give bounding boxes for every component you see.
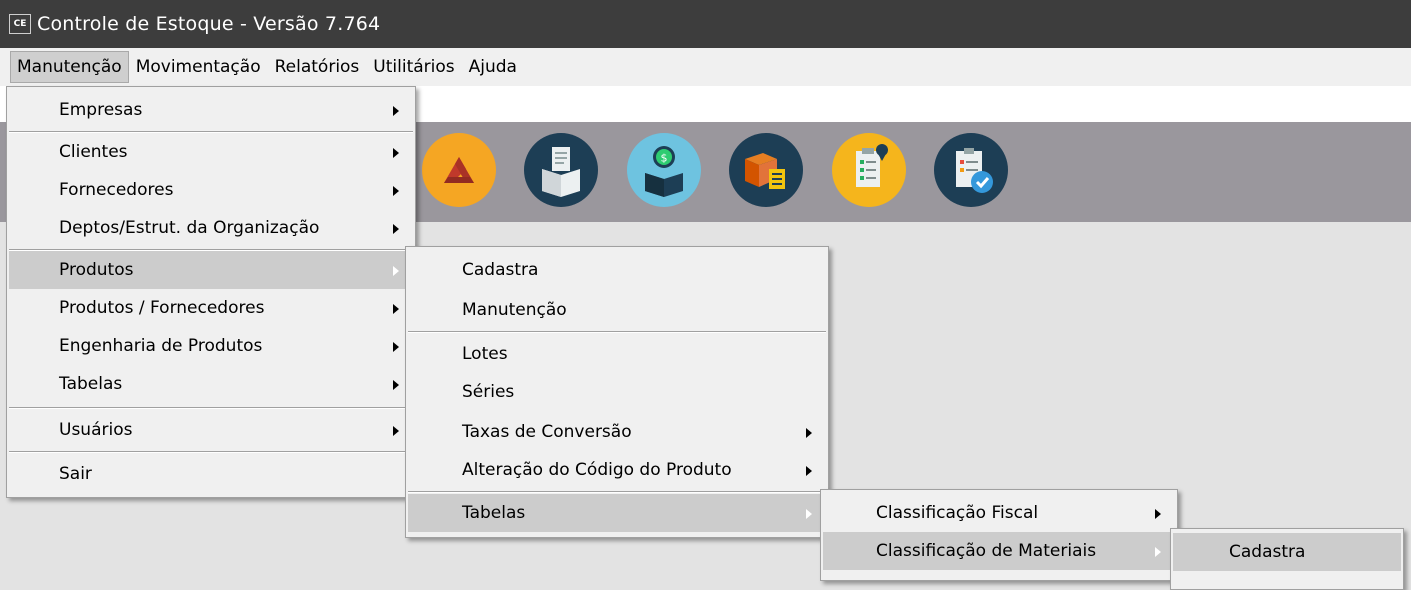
menu-item-label: Classificação de Materiais [876, 541, 1097, 561]
submenu-arrow-icon [806, 466, 812, 476]
submenu-arrow-icon [393, 380, 399, 390]
submenu-arrow-icon [806, 509, 812, 519]
submenu-arrow-icon [393, 186, 399, 196]
menu-item-tabelas[interactable]: Tabelas [408, 494, 826, 532]
manutencao-menu: Empresas Clientes Fornecedores Deptos/Es… [6, 86, 416, 498]
menu-item-label: Lotes [462, 344, 508, 364]
menu-item-label: Sair [59, 464, 92, 484]
menu-manutencao[interactable]: Manutenção [10, 51, 129, 83]
drive-icon[interactable] [422, 133, 496, 207]
menu-item-cadastra[interactable]: Cadastra [1173, 533, 1401, 571]
classificacao-materiais-submenu: Cadastra [1170, 528, 1404, 590]
menu-item-series[interactable]: Séries [408, 373, 826, 411]
menu-item-classificacao-fiscal[interactable]: Classificação Fiscal [823, 494, 1175, 532]
submenu-arrow-icon [393, 342, 399, 352]
submenu-arrow-icon [393, 304, 399, 314]
menu-item-produtos[interactable]: Produtos [9, 251, 413, 289]
report-check-icon[interactable] [934, 133, 1008, 207]
app-icon: CE [9, 14, 31, 34]
menu-movimentacao[interactable]: Movimentação [129, 52, 268, 82]
menu-item-label: Manutenção [462, 300, 567, 320]
title-bar: CE Controle de Estoque - Versão 7.764 [0, 0, 1411, 48]
window-title: Controle de Estoque - Versão 7.764 [37, 13, 381, 35]
menu-item-label: Classificação Fiscal [876, 503, 1039, 523]
menu-item-label: Alteração do Código do Produto [462, 460, 732, 480]
menu-item-label: Produtos / Fornecedores [59, 298, 265, 318]
submenu-arrow-icon [393, 266, 399, 276]
submenu-arrow-icon [393, 224, 399, 234]
menu-item-label: Tabelas [462, 503, 526, 523]
box-money-icon[interactable]: $ [627, 133, 701, 207]
menu-item-sair[interactable]: Sair [9, 455, 413, 493]
menu-item-label: Cadastra [1229, 542, 1306, 562]
menu-item-label: Tabelas [59, 374, 123, 394]
submenu-arrow-icon [1155, 509, 1161, 519]
menu-item-label: Fornecedores [59, 180, 174, 200]
submenu-arrow-icon [1155, 547, 1161, 557]
menu-item-label: Usuários [59, 420, 133, 440]
menu-item-usuarios[interactable]: Usuários [9, 411, 413, 449]
menu-bar: Manutenção Movimentação Relatórios Utili… [0, 48, 1411, 86]
menu-item-label: Taxas de Conversão [462, 422, 632, 442]
submenu-arrow-icon [806, 428, 812, 438]
tabelas-submenu: Classificação Fiscal Classificação de Ma… [820, 489, 1178, 581]
menu-separator [408, 491, 826, 493]
menu-item-classificacao-materiais[interactable]: Classificação de Materiais [823, 532, 1175, 570]
menu-item-alteracao-codigo[interactable]: Alteração do Código do Produto [408, 451, 826, 489]
menu-item-label: Cadastra [462, 260, 539, 280]
open-box-document-icon[interactable] [524, 133, 598, 207]
menu-utilitarios[interactable]: Utilitários [366, 52, 461, 82]
menu-item-label: Séries [462, 382, 515, 402]
menu-item-tabelas[interactable]: Tabelas [9, 365, 413, 403]
box-checklist-icon[interactable] [729, 133, 803, 207]
submenu-arrow-icon [393, 106, 399, 116]
menu-separator [408, 331, 826, 333]
menu-item-cadastra[interactable]: Cadastra [408, 251, 826, 289]
menu-item-fornecedores[interactable]: Fornecedores [9, 171, 413, 209]
clipboard-location-icon[interactable] [832, 133, 906, 207]
menu-item-empresas[interactable]: Empresas [9, 91, 413, 129]
produtos-submenu: Cadastra Manutenção Lotes Séries Taxas d… [405, 246, 829, 538]
menu-item-clientes[interactable]: Clientes [9, 133, 413, 171]
menu-item-deptos[interactable]: Deptos/Estrut. da Organização [9, 209, 413, 247]
menu-item-produtos-fornecedores[interactable]: Produtos / Fornecedores [9, 289, 413, 327]
menu-item-taxas-conversao[interactable]: Taxas de Conversão [408, 413, 826, 451]
menu-separator [9, 451, 413, 453]
menu-item-lotes[interactable]: Lotes [408, 335, 826, 373]
menu-ajuda[interactable]: Ajuda [462, 52, 524, 82]
svg-text:$: $ [661, 152, 668, 165]
menu-separator [9, 407, 413, 409]
menu-item-label: Engenharia de Produtos [59, 336, 263, 356]
menu-item-label: Clientes [59, 142, 128, 162]
menu-item-manutencao[interactable]: Manutenção [408, 291, 826, 329]
menu-relatorios[interactable]: Relatórios [268, 52, 367, 82]
menu-item-label: Deptos/Estrut. da Organização [59, 218, 320, 238]
menu-item-label: Produtos [59, 260, 134, 280]
menu-item-label: Empresas [59, 100, 143, 120]
submenu-arrow-icon [393, 148, 399, 158]
submenu-arrow-icon [393, 426, 399, 436]
menu-item-engenharia-produtos[interactable]: Engenharia de Produtos [9, 327, 413, 365]
